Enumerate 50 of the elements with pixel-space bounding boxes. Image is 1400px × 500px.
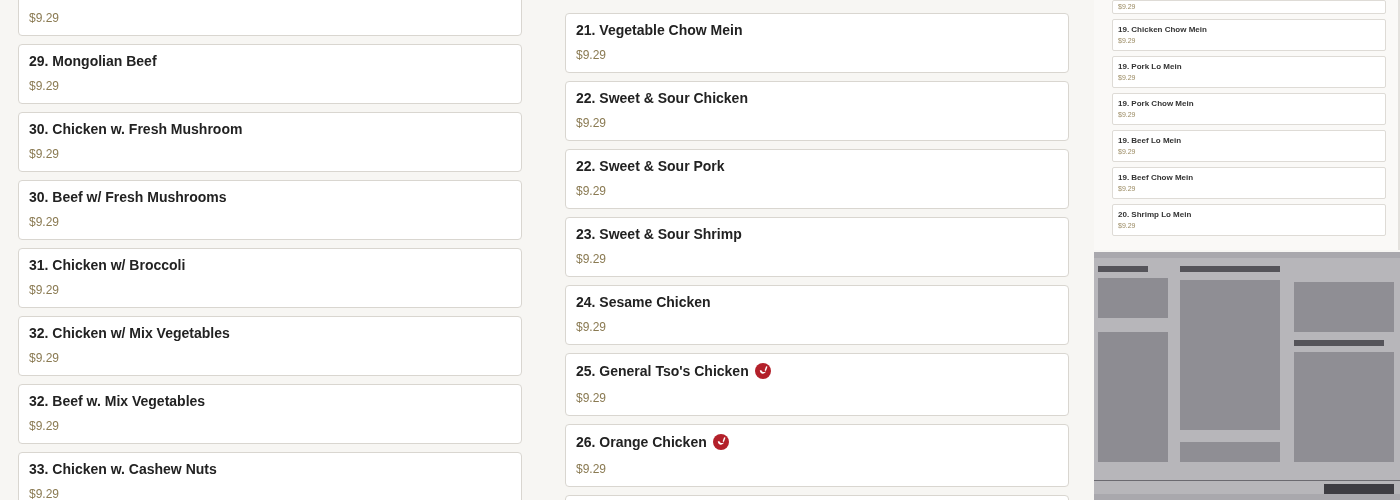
- item-price: $9.29: [576, 251, 608, 268]
- menu-item-card[interactable]: 24. Sesame Chicken $9.29: [565, 285, 1069, 345]
- menu-item-card[interactable]: $9.29: [18, 0, 522, 36]
- item-name: 19. Chicken Chow Mein: [1118, 25, 1208, 34]
- item-name: 19. Beef Chow Mein: [1118, 173, 1195, 182]
- item-price: $9.29: [29, 214, 61, 231]
- item-price: $9.29: [576, 390, 608, 407]
- item-price: $9.29: [576, 115, 608, 132]
- menu-item-card[interactable]: 25. General Tso's Chicken $9.29: [565, 353, 1069, 416]
- item-name: 19. Pork Chow Mein: [1118, 99, 1195, 108]
- item-name: 21. Vegetable Chow Mein: [576, 21, 743, 40]
- item-price: $9.29: [29, 418, 61, 435]
- item-name: 32. Chicken w/ Mix Vegetables: [29, 324, 230, 343]
- item-price: $9.29: [29, 78, 61, 95]
- item-price: $9.29: [576, 319, 608, 336]
- menu-item-card[interactable]: 29. Mongolian Beef $9.29: [18, 44, 522, 104]
- item-name: 25. General Tso's Chicken: [576, 362, 749, 381]
- menu-item-card[interactable]: 26. Orange Chicken $9.29: [565, 424, 1069, 487]
- item-name: 30. Chicken w. Fresh Mushroom: [29, 120, 243, 139]
- item-name: 19. Pork Lo Mein: [1118, 62, 1183, 71]
- menu-item-card[interactable]: 32. Chicken w/ Mix Vegetables $9.29: [18, 316, 522, 376]
- menu-item-card[interactable]: 30. Chicken w. Fresh Mushroom $9.29: [18, 112, 522, 172]
- item-name: 31. Chicken w/ Broccoli: [29, 256, 186, 275]
- item-price: $9.29: [29, 350, 61, 367]
- item-name: 33. Chicken w. Cashew Nuts: [29, 460, 217, 479]
- menu-item-card[interactable]: 31. Chicken w/ Broccoli $9.29: [18, 248, 522, 308]
- item-name: 22. Sweet & Sour Pork: [576, 157, 725, 176]
- item-price: $9.29: [576, 183, 608, 200]
- item-price: $9.29: [29, 10, 61, 27]
- menu-item-card[interactable]: 23. Sweet & Sour Shrimp $9.29: [565, 217, 1069, 277]
- item-name: 19. Beef Lo Mein: [1118, 136, 1183, 145]
- item-name: 22. Sweet & Sour Chicken: [576, 89, 748, 108]
- item-name: 26. Orange Chicken: [576, 433, 707, 452]
- item-price: $9.29: [29, 146, 61, 163]
- item-price: $9.29: [29, 486, 61, 500]
- menu-item-card[interactable]: 33. Chicken w. Cashew Nuts $9.29: [18, 452, 522, 500]
- item-name: 29. Mongolian Beef: [29, 52, 157, 71]
- item-price: $9.29: [576, 47, 608, 64]
- menu-item-card[interactable]: 30. Beef w/ Fresh Mushrooms $9.29: [18, 180, 522, 240]
- item-price: $9.29: [29, 282, 61, 299]
- item-name: 30. Beef w/ Fresh Mushrooms: [29, 188, 227, 207]
- item-name: 23. Sweet & Sour Shrimp: [576, 225, 742, 244]
- item-name: 20. Shrimp Lo Mein: [1118, 210, 1193, 219]
- menu-item-card[interactable]: 21. Vegetable Chow Mein $9.29: [565, 13, 1069, 73]
- menu-item-card[interactable]: 22. Sweet & Sour Pork $9.29: [565, 149, 1069, 209]
- item-price: $9.29: [576, 461, 608, 478]
- item-name: 32. Beef w. Mix Vegetables: [29, 392, 206, 411]
- item-name: 24. Sesame Chicken: [576, 293, 711, 312]
- menu-item-card[interactable]: 32. Beef w. Mix Vegetables $9.29: [18, 384, 522, 444]
- menu-item-card[interactable]: 22. Sweet & Sour Chicken $9.29: [565, 81, 1069, 141]
